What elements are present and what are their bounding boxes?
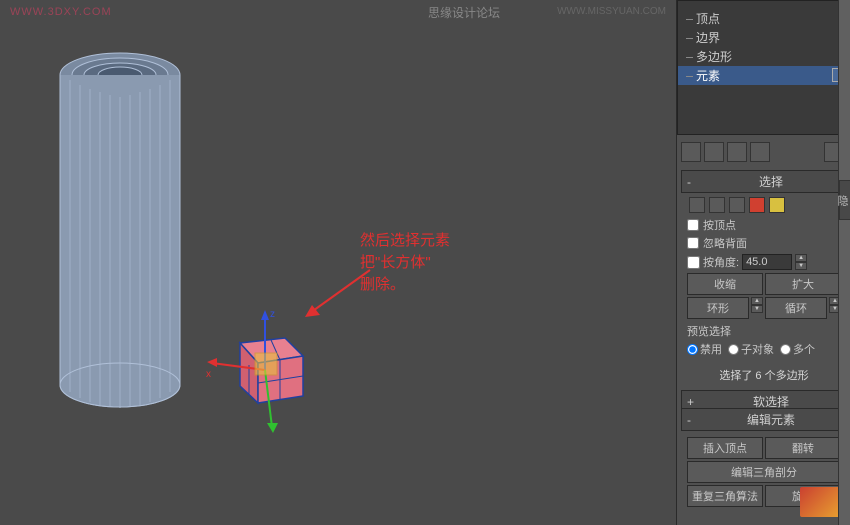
by-angle-checkbox[interactable] (687, 256, 700, 269)
unique-icon[interactable] (727, 142, 747, 162)
collapse-toggle-icon: - (687, 175, 697, 189)
by-vertex-checkbox[interactable] (687, 219, 699, 231)
loop-button[interactable]: 循环 (765, 297, 827, 319)
stack-toolbar (681, 142, 770, 162)
expand-toggle-icon: + (687, 395, 697, 409)
collapse-toggle-icon: - (687, 413, 697, 427)
watermark-left: WWW.3DXY.COM (10, 6, 112, 18)
subobj-vertex-icon[interactable] (689, 197, 705, 213)
subobj-element-icon[interactable] (769, 197, 785, 213)
svg-text:x: x (206, 369, 211, 380)
cylinder-object[interactable] (55, 50, 185, 410)
preview-off-radio[interactable] (687, 344, 698, 355)
tree-item-element[interactable]: 元素 (678, 66, 850, 85)
tree-item-polygon[interactable]: 多边形 (678, 47, 850, 66)
ring-spinner[interactable]: ▲▼ (751, 297, 763, 313)
edit-tri-button[interactable]: 编辑三角剖分 (687, 461, 841, 483)
grow-button[interactable]: 扩大 (765, 273, 841, 295)
pin-stack-icon[interactable] (681, 142, 701, 162)
preview-label: 预览选择 (687, 323, 841, 339)
command-panel: 顶点 边界 多边形 元素 - 选择 (676, 0, 850, 525)
watermark-top: 思缘设计论坛 (428, 4, 500, 21)
ring-button[interactable]: 环形 (687, 297, 749, 319)
tree-item-border[interactable]: 边界 (678, 28, 850, 47)
selection-status: 选择了 6 个多边形 (687, 367, 841, 383)
angle-spinner[interactable]: ▲▼ (795, 254, 807, 270)
modifier-stack[interactable]: 顶点 边界 多边形 元素 (677, 0, 850, 135)
show-result-icon[interactable] (704, 142, 724, 162)
ignore-backface-checkbox[interactable] (687, 237, 699, 249)
svg-text:z: z (270, 309, 275, 320)
preview-multi-radio[interactable] (780, 344, 791, 355)
angle-input[interactable] (742, 254, 792, 270)
selection-rollout-header[interactable]: - 选择 (681, 170, 847, 193)
tree-item-vertex[interactable]: 顶点 (678, 9, 850, 28)
flip-button[interactable]: 翻转 (765, 437, 841, 459)
right-edge-bar: 隐 (838, 0, 850, 525)
watermark-url: WWW.MISSYUAN.COM (557, 6, 666, 17)
subobj-edge-icon[interactable] (709, 197, 725, 213)
subobj-border-icon[interactable] (729, 197, 745, 213)
retriangulate-button[interactable]: 重复三角算法 (687, 485, 763, 507)
edge-tab[interactable]: 隐 (839, 180, 850, 220)
viewport[interactable]: WWW.3DXY.COM 思缘设计论坛 WWW.MISSYUAN.COM (0, 0, 676, 525)
bottom-logo (800, 487, 840, 517)
edit-element-rollout-header[interactable]: - 编辑元素 (681, 408, 847, 431)
preview-subobj-radio[interactable] (728, 344, 739, 355)
insert-vertex-button[interactable]: 插入顶点 (687, 437, 763, 459)
shrink-button[interactable]: 收缩 (687, 273, 763, 295)
remove-mod-icon[interactable] (750, 142, 770, 162)
subobj-polygon-icon[interactable] (749, 197, 765, 213)
annotation-arrow (300, 265, 380, 325)
